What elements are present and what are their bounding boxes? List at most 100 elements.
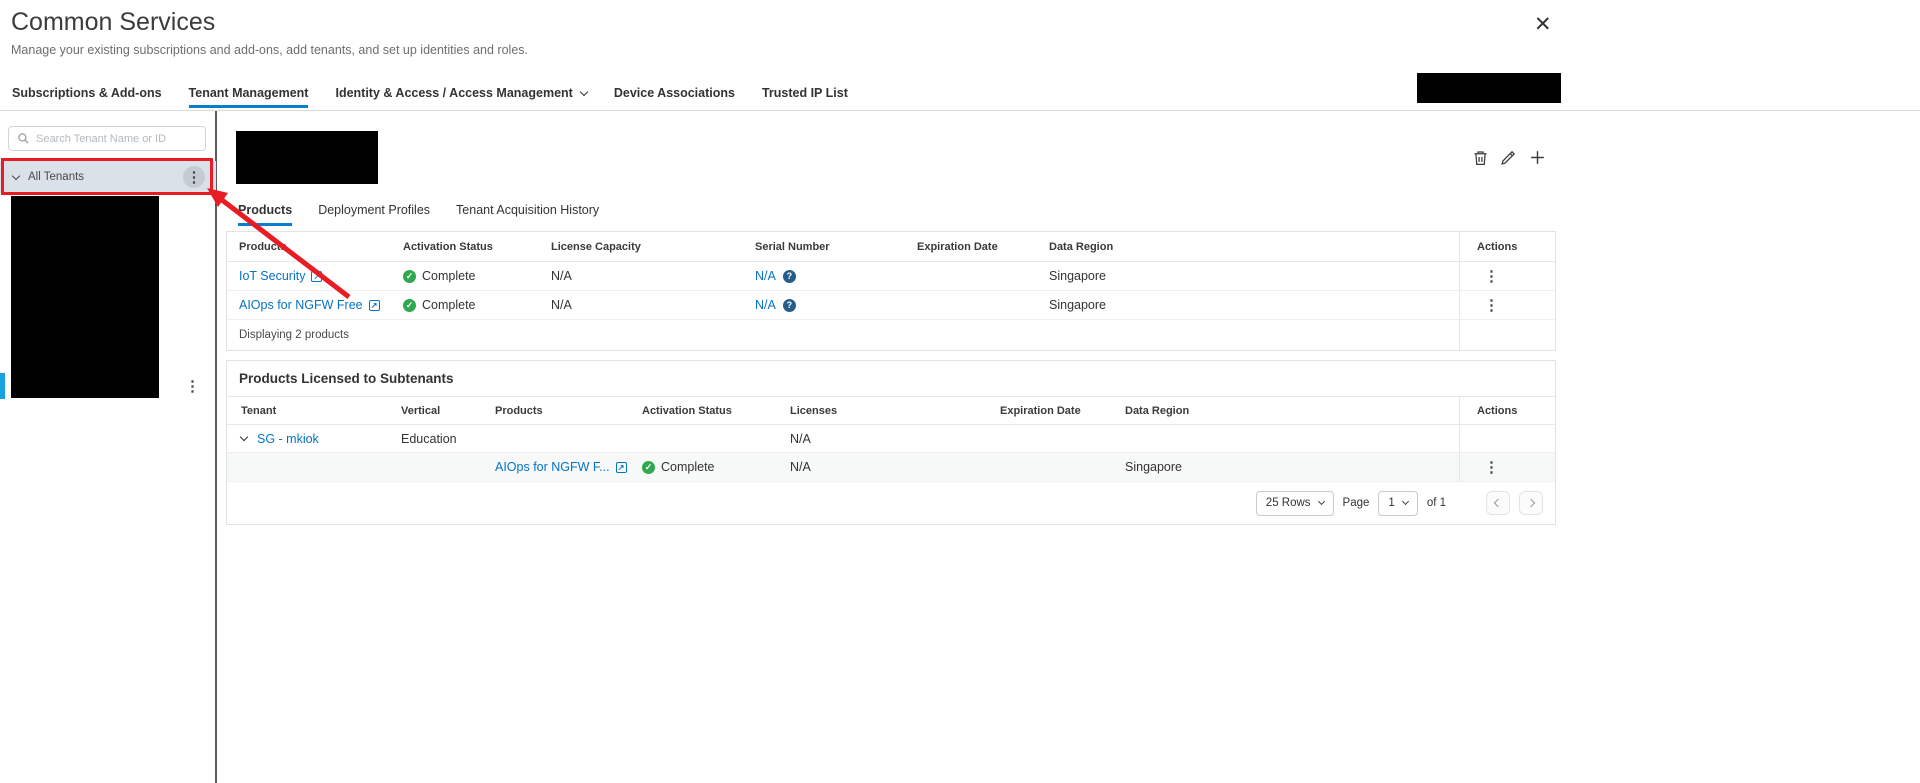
chevron-left-icon <box>1494 499 1502 507</box>
tab-label: Deployment Profiles <box>318 203 430 217</box>
redacted-region-top-right <box>1417 73 1561 103</box>
close-button[interactable]: ✕ <box>1534 12 1552 37</box>
table-row: AIOps for NGFW Free ↗ ✓ Complete N/A N/A… <box>227 291 1555 320</box>
tab-tenant-acquisition-history[interactable]: Tenant Acquisition History <box>456 203 599 226</box>
check-icon: ✓ <box>403 270 416 283</box>
all-tenants-kebab-button[interactable]: ⋮ <box>183 166 205 188</box>
products-table-header: Products Activation Status License Capac… <box>227 232 1555 262</box>
rows-per-page-value: 25 Rows <box>1266 497 1311 509</box>
tab-deployment-profiles[interactable]: Deployment Profiles <box>318 203 430 226</box>
tab-label: Tenant Acquisition History <box>456 203 599 217</box>
chevron-down-icon <box>1318 498 1325 505</box>
subtenants-title: Products Licensed to Subtenants <box>227 361 1555 397</box>
top-nav: Subscriptions & Add-ons Tenant Managemen… <box>12 86 848 108</box>
activation-status: Complete <box>661 460 715 474</box>
table-row: IoT Security ↗ ✓ Complete N/A N/A ? Sing… <box>227 262 1555 291</box>
tab-label: Subscriptions & Add-ons <box>12 86 162 100</box>
rows-per-page-select[interactable]: 25 Rows <box>1256 491 1334 516</box>
page-label: Page <box>1343 497 1370 509</box>
tab-trusted-ip-list[interactable]: Trusted IP List <box>762 86 848 108</box>
row-kebab-button[interactable]: ⋮ <box>1484 298 1499 313</box>
serial-number: N/A <box>755 298 776 312</box>
add-tenant-button[interactable] <box>1528 148 1547 167</box>
license-capacity: N/A <box>551 291 755 319</box>
page-number-value: 1 <box>1388 497 1394 509</box>
subtenants-table-header: Tenant Vertical Products Activation Stat… <box>227 397 1555 425</box>
col-vertical: Vertical <box>401 397 495 424</box>
col-tenant: Tenant <box>241 397 401 424</box>
col-serial-number: Serial Number <box>755 232 917 261</box>
tab-device-associations[interactable]: Device Associations <box>614 86 735 108</box>
table-row: AIOps for NGFW F... ↗ ✓ Complete N/A Sin… <box>227 453 1555 482</box>
sidebar-divider <box>215 111 217 783</box>
col-data-region: Data Region <box>1049 232 1459 261</box>
check-icon: ✓ <box>642 461 655 474</box>
serial-number: N/A <box>755 269 776 283</box>
help-icon[interactable]: ? <box>783 270 796 283</box>
delete-tenant-button[interactable] <box>1472 149 1489 167</box>
pagination: 25 Rows Page 1 of 1 <box>227 482 1555 524</box>
tenant-actions-toolbar <box>1472 148 1547 167</box>
subtenants-section: Products Licensed to Subtenants Tenant V… <box>226 360 1556 525</box>
col-data-region: Data Region <box>1125 397 1459 424</box>
check-icon: ✓ <box>403 299 416 312</box>
help-icon[interactable]: ? <box>783 299 796 312</box>
tab-identity-access[interactable]: Identity & Access / Access Management <box>335 86 586 108</box>
close-icon: ✕ <box>1534 13 1552 36</box>
col-products: Products <box>239 232 403 261</box>
col-actions: Actions <box>1459 232 1555 261</box>
chevron-down-icon <box>580 87 588 95</box>
selected-tenant-indicator <box>0 373 5 399</box>
page-number-select[interactable]: 1 <box>1378 491 1417 516</box>
subtenant-product-link[interactable]: AIOps for NGFW F... <box>495 460 610 474</box>
license-capacity: N/A <box>551 262 755 290</box>
tab-products[interactable]: Products <box>238 203 292 226</box>
data-region: Singapore <box>1049 291 1459 319</box>
table-row: SG - mkiok Education N/A <box>227 425 1555 453</box>
tenant-search[interactable] <box>8 126 206 151</box>
sidebar-item-all-tenants[interactable]: All Tenants ⋮ <box>0 161 216 193</box>
data-region: Singapore <box>1125 453 1459 481</box>
col-licenses: Licenses <box>790 397 1000 424</box>
page-title: Common Services <box>11 8 215 37</box>
row-kebab-button[interactable]: ⋮ <box>1484 460 1499 475</box>
all-tenants-label: All Tenants <box>28 171 174 183</box>
search-input[interactable] <box>36 133 197 145</box>
products-table-footer: Displaying 2 products <box>227 320 1555 350</box>
edit-tenant-button[interactable] <box>1500 149 1517 166</box>
tab-tenant-management[interactable]: Tenant Management <box>189 86 309 108</box>
nav-divider <box>0 110 1920 111</box>
activation-status: Complete <box>422 269 476 283</box>
external-link-icon: ↗ <box>311 271 322 282</box>
data-region: Singapore <box>1049 262 1459 290</box>
external-link-icon: ↗ <box>369 300 380 311</box>
subtenant-link[interactable]: SG - mkiok <box>257 432 319 446</box>
selected-tenant-kebab-button[interactable]: ⋮ <box>185 379 200 394</box>
product-link-aiops-ngfw-free[interactable]: AIOps for NGFW Free <box>239 298 363 312</box>
row-kebab-button[interactable]: ⋮ <box>1484 269 1499 284</box>
col-expiration-date: Expiration Date <box>917 232 1049 261</box>
tab-label: Products <box>238 203 292 217</box>
prev-page-button[interactable] <box>1486 491 1510 515</box>
tab-label: Tenant Management <box>189 86 309 100</box>
expiration-date <box>917 262 1049 290</box>
tenant-panel-tabs: Products Deployment Profiles Tenant Acqu… <box>238 203 599 226</box>
tab-label: Identity & Access / Access Management <box>335 86 572 100</box>
next-page-button[interactable] <box>1519 491 1543 515</box>
kebab-icon: ⋮ <box>187 170 202 185</box>
licenses: N/A <box>790 425 1000 452</box>
trash-icon <box>1472 149 1489 167</box>
tab-subscriptions-addons[interactable]: Subscriptions & Add-ons <box>12 86 162 108</box>
products-table: Products Activation Status License Capac… <box>226 231 1556 351</box>
page-total-label: of 1 <box>1427 497 1446 509</box>
product-link-iot-security[interactable]: IoT Security <box>239 269 305 283</box>
expand-chevron-icon[interactable] <box>240 433 248 441</box>
activation-status: Complete <box>422 298 476 312</box>
redacted-tenant-list <box>11 196 159 398</box>
col-products: Products <box>495 397 642 424</box>
col-license-capacity: License Capacity <box>551 232 755 261</box>
redacted-tenant-name <box>236 131 378 184</box>
chevron-right-icon <box>1527 499 1535 507</box>
licenses: N/A <box>790 453 1000 481</box>
external-link-icon: ↗ <box>616 462 627 473</box>
